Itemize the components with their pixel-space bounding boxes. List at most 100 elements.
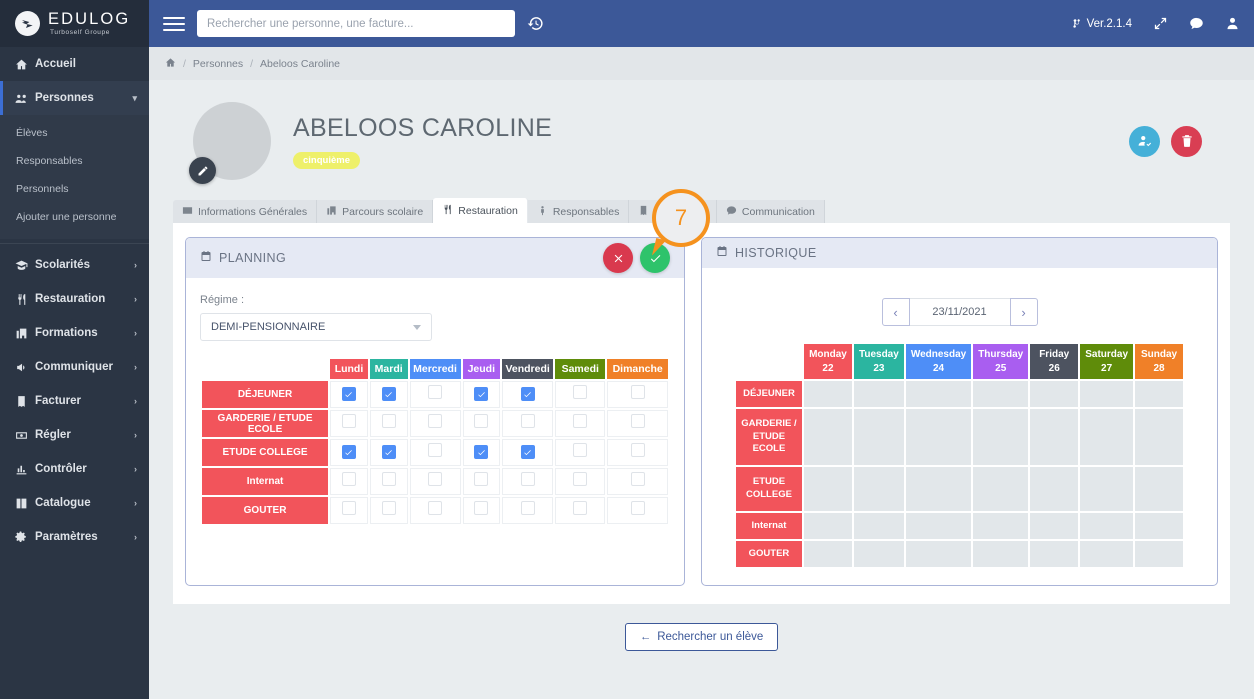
edit-icon[interactable] xyxy=(189,157,216,184)
checkbox-vendredi-2[interactable] xyxy=(520,414,535,428)
historique-cell[interactable] xyxy=(1080,541,1134,567)
sidebar-item-regler[interactable]: Régler › xyxy=(0,418,149,452)
checkbox-samedi-4[interactable] xyxy=(573,472,588,486)
historique-cell[interactable] xyxy=(803,467,852,511)
tab-parcours-scolaire[interactable]: Parcours scolaire xyxy=(317,200,434,223)
sidebar-item-communiquer[interactable]: Communiquer › xyxy=(0,350,149,384)
historique-cell[interactable] xyxy=(853,467,904,511)
historique-cell[interactable] xyxy=(905,409,972,465)
historique-cell[interactable] xyxy=(1135,467,1184,511)
historique-cell[interactable] xyxy=(973,409,1029,465)
checkbox-vendredi-5[interactable] xyxy=(520,501,535,515)
tab-restauration[interactable]: Restauration xyxy=(433,198,528,223)
sidebar-item-personnels[interactable]: Personnels xyxy=(0,175,149,203)
checkbox-lundi-5[interactable] xyxy=(341,501,356,515)
sidebar-item-restauration[interactable]: Restauration › xyxy=(0,282,149,316)
tab-communication[interactable]: Communication xyxy=(716,200,825,223)
checkbox-mardi-1[interactable] xyxy=(381,387,396,401)
checkbox-jeudi-3[interactable] xyxy=(474,445,489,459)
checkbox-samedi-2[interactable] xyxy=(573,414,588,428)
breadcrumb-item-current[interactable]: Abeloos Caroline xyxy=(260,58,340,70)
historique-cell[interactable] xyxy=(1080,513,1134,539)
sidebar-item-parametres[interactable]: Paramètres › xyxy=(0,520,149,554)
checkbox-jeudi-2[interactable] xyxy=(474,414,489,428)
checkbox-jeudi-4[interactable] xyxy=(474,472,489,486)
checkbox-dimanche-1[interactable] xyxy=(630,385,645,399)
user-check-button[interactable] xyxy=(1129,125,1160,157)
next-week-button[interactable]: › xyxy=(1009,298,1038,326)
historique-cell[interactable] xyxy=(1135,381,1184,407)
breadcrumb-item-personnes[interactable]: Personnes xyxy=(193,58,243,70)
checkbox-lundi-4[interactable] xyxy=(341,472,356,486)
cancel-button[interactable] xyxy=(603,243,633,273)
historique-cell[interactable] xyxy=(803,541,852,567)
regime-select[interactable]: DEMI-PENSIONNAIRE xyxy=(200,313,432,341)
sidebar-item-ajouter-une-personne[interactable]: Ajouter une personne xyxy=(0,203,149,231)
checkbox-lundi-2[interactable] xyxy=(341,414,356,428)
checkbox-mercredi-4[interactable] xyxy=(428,472,442,486)
checkbox-mardi-3[interactable] xyxy=(381,445,396,459)
historique-cell[interactable] xyxy=(853,513,904,539)
back-to-search-button[interactable]: ← Rechercher un élève xyxy=(624,623,779,651)
checkbox-mardi-5[interactable] xyxy=(381,501,396,515)
user-icon[interactable] xyxy=(1225,16,1240,31)
historique-cell[interactable] xyxy=(1080,381,1134,407)
hamburger-icon[interactable] xyxy=(163,13,185,35)
tab-informations-generales[interactable]: Informations Générales xyxy=(173,200,318,223)
checkbox-vendredi-3[interactable] xyxy=(520,445,535,459)
historique-cell[interactable] xyxy=(973,467,1029,511)
historique-cell[interactable] xyxy=(1080,409,1134,465)
checkbox-mardi-2[interactable] xyxy=(381,414,396,428)
checkbox-samedi-1[interactable] xyxy=(573,385,588,399)
tab-responsables[interactable]: Responsables xyxy=(527,200,630,223)
chat-icon[interactable] xyxy=(1189,16,1204,31)
checkbox-mercredi-2[interactable] xyxy=(428,414,442,428)
sidebar-item-responsables[interactable]: Responsables xyxy=(0,147,149,175)
historique-cell[interactable] xyxy=(1030,541,1079,567)
historique-cell[interactable] xyxy=(803,513,852,539)
historique-cell[interactable] xyxy=(803,409,852,465)
historique-cell[interactable] xyxy=(973,381,1029,407)
checkbox-mardi-4[interactable] xyxy=(381,472,396,486)
sidebar-item-accueil[interactable]: Accueil xyxy=(0,47,149,81)
historique-cell[interactable] xyxy=(1135,513,1184,539)
checkbox-mercredi-1[interactable] xyxy=(428,385,442,399)
search-input[interactable] xyxy=(197,10,515,37)
checkbox-samedi-3[interactable] xyxy=(573,443,588,457)
historique-cell[interactable] xyxy=(905,541,972,567)
historique-cell[interactable] xyxy=(853,409,904,465)
sidebar-item-controler[interactable]: Contrôler › xyxy=(0,452,149,486)
historique-cell[interactable] xyxy=(1030,409,1079,465)
checkbox-jeudi-5[interactable] xyxy=(474,501,489,515)
checkbox-dimanche-5[interactable] xyxy=(630,501,645,515)
history-icon[interactable] xyxy=(527,15,544,32)
sidebar-item-personnes[interactable]: Personnes ▾ xyxy=(0,81,149,115)
historique-cell[interactable] xyxy=(973,541,1029,567)
historique-cell[interactable] xyxy=(1030,381,1079,407)
current-date[interactable]: 23/11/2021 xyxy=(909,298,1010,326)
checkbox-lundi-1[interactable] xyxy=(341,387,356,401)
delete-button[interactable] xyxy=(1171,125,1202,157)
historique-cell[interactable] xyxy=(905,381,972,407)
historique-cell[interactable] xyxy=(853,381,904,407)
historique-cell[interactable] xyxy=(905,513,972,539)
expand-icon[interactable] xyxy=(1153,16,1168,31)
checkbox-samedi-5[interactable] xyxy=(573,501,588,515)
sidebar-item-scolarites[interactable]: Scolarités › xyxy=(0,248,149,282)
checkbox-dimanche-2[interactable] xyxy=(630,414,645,428)
home-icon[interactable] xyxy=(165,57,176,71)
sidebar-item-catalogue[interactable]: Catalogue › xyxy=(0,486,149,520)
checkbox-mercredi-3[interactable] xyxy=(428,443,442,457)
historique-cell[interactable] xyxy=(973,513,1029,539)
historique-cell[interactable] xyxy=(803,381,852,407)
checkbox-mercredi-5[interactable] xyxy=(428,501,442,515)
sidebar-item-facturer[interactable]: Facturer › xyxy=(0,384,149,418)
checkbox-dimanche-3[interactable] xyxy=(630,443,645,457)
historique-cell[interactable] xyxy=(1030,467,1079,511)
checkbox-lundi-3[interactable] xyxy=(341,445,356,459)
sidebar-item-formations[interactable]: Formations › xyxy=(0,316,149,350)
historique-cell[interactable] xyxy=(1135,409,1184,465)
checkbox-jeudi-1[interactable] xyxy=(474,387,489,401)
historique-cell[interactable] xyxy=(1030,513,1079,539)
checkbox-vendredi-1[interactable] xyxy=(520,387,535,401)
